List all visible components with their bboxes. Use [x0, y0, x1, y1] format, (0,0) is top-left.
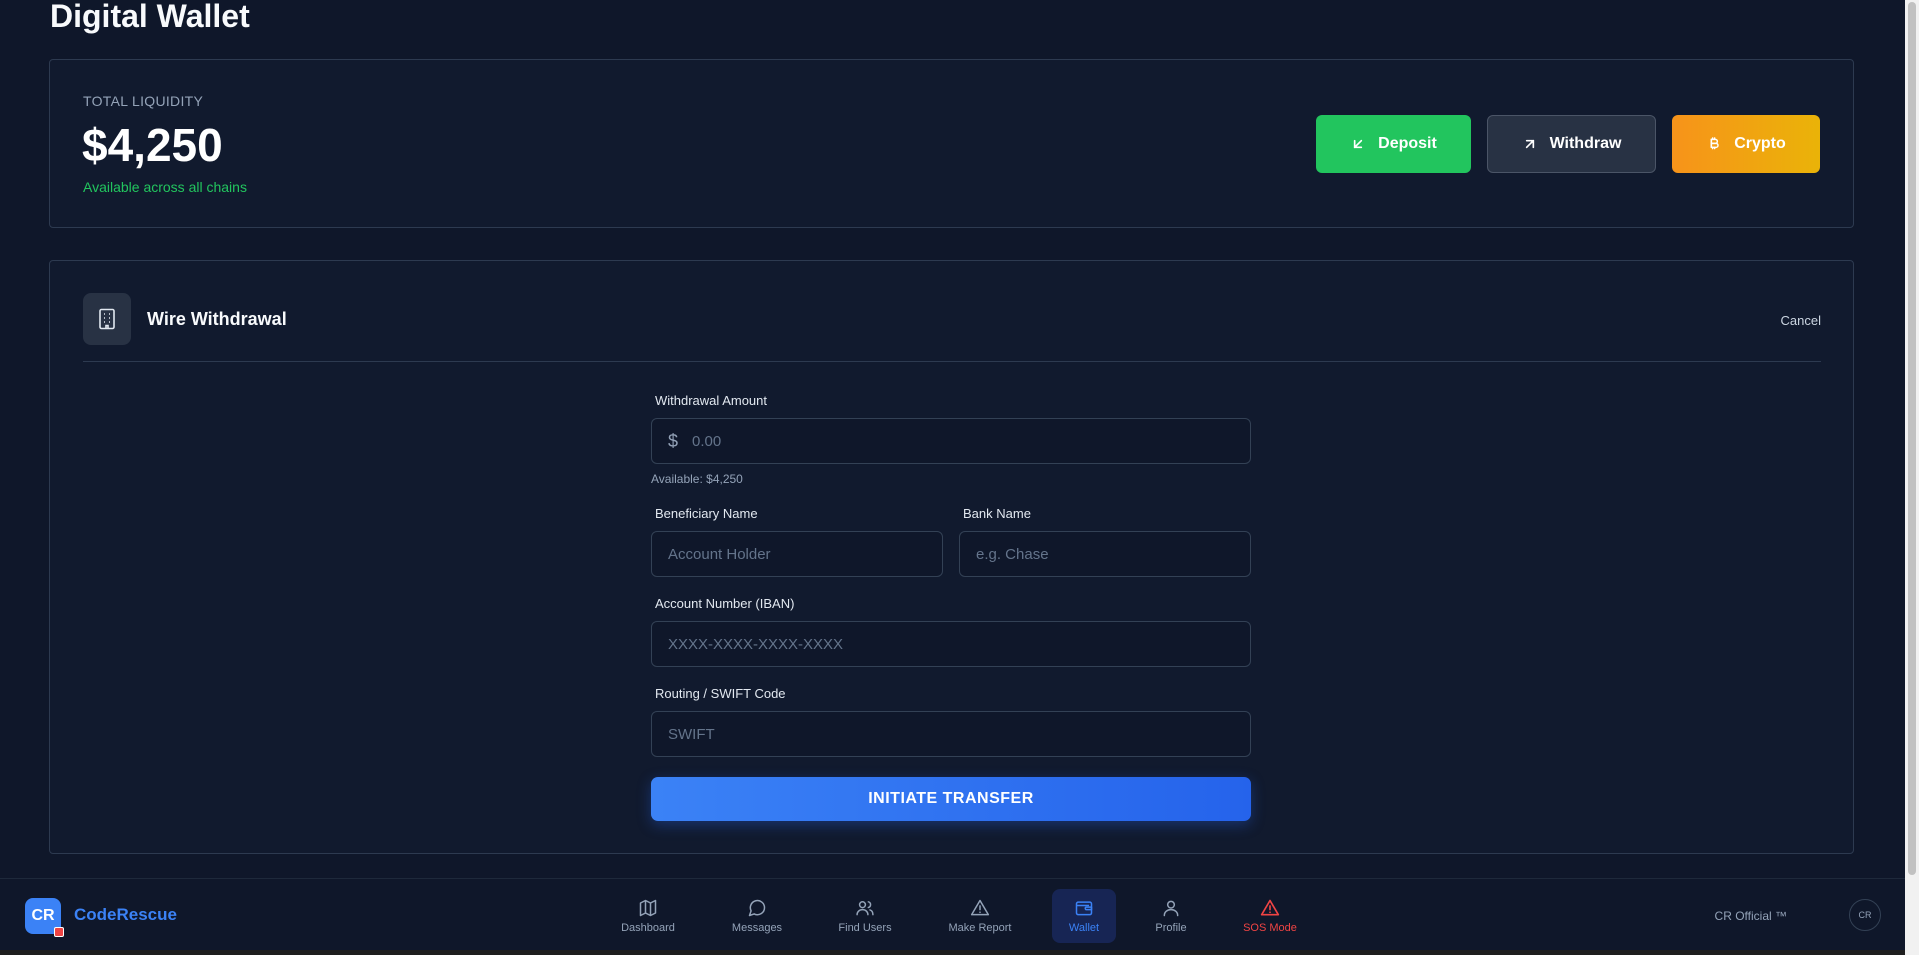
status-badge	[54, 927, 64, 937]
deposit-button[interactable]: Deposit	[1316, 115, 1471, 173]
liquidity-subtitle: Available across all chains	[83, 179, 247, 195]
wallet-page: Digital Wallet TOTAL LIQUIDITY $4,250 Av…	[0, 0, 1905, 955]
bottom-nav: CR CodeRescue Dashboard Messages Find Us…	[0, 878, 1905, 950]
iban-label: Account Number (IBAN)	[655, 596, 795, 611]
crypto-label: Crypto	[1734, 135, 1786, 152]
amount-input[interactable]	[692, 432, 1250, 450]
page-title: Digital Wallet	[50, 0, 250, 34]
arrow-up-right-icon	[1525, 139, 1534, 149]
user-icon	[1163, 900, 1179, 917]
divider	[83, 361, 1821, 362]
warning-icon	[970, 899, 990, 916]
bank-field[interactable]	[959, 531, 1251, 577]
deposit-label: Deposit	[1378, 135, 1437, 152]
scrollbar[interactable]	[1905, 0, 1919, 955]
nav-item-find-users[interactable]: Find Users	[832, 889, 898, 943]
wire-withdrawal-card: Wire Withdrawal Cancel Withdrawal Amount…	[49, 260, 1854, 854]
nav-label-profile: Profile	[1155, 922, 1187, 934]
beneficiary-label: Beneficiary Name	[655, 506, 758, 521]
nav-label-make-report: Make Report	[948, 922, 1012, 934]
nav-item-wallet[interactable]: Wallet	[1052, 889, 1116, 943]
bitcoin-icon	[1710, 137, 1719, 150]
nav-item-dashboard[interactable]: Dashboard	[616, 889, 680, 943]
swift-input[interactable]	[668, 725, 1250, 743]
map-icon	[639, 899, 657, 917]
avatar[interactable]: CR	[1849, 899, 1881, 931]
nav-label-wallet: Wallet	[1068, 922, 1100, 934]
message-icon	[748, 899, 766, 917]
initiate-transfer-button[interactable]: INITIATE TRANSFER	[651, 777, 1251, 821]
swift-label: Routing / SWIFT Code	[655, 686, 786, 701]
liquidity-card: TOTAL LIQUIDITY $4,250 Available across …	[49, 59, 1854, 228]
swift-field[interactable]	[651, 711, 1251, 757]
nav-label-find-users: Find Users	[838, 922, 892, 934]
alert-icon	[1260, 899, 1280, 916]
liquidity-value: $4,250	[82, 119, 223, 171]
taskbar-strip	[0, 950, 1905, 955]
wire-title: Wire Withdrawal	[147, 309, 287, 329]
nav-item-make-report[interactable]: Make Report	[944, 889, 1016, 943]
brand-initials: CR	[31, 907, 55, 924]
brand-name[interactable]: CodeRescue	[74, 905, 177, 925]
withdraw-button[interactable]: Withdraw	[1487, 115, 1656, 173]
arrow-down-left-icon	[1353, 139, 1363, 149]
building-icon	[83, 293, 131, 345]
nav-item-profile[interactable]: Profile	[1146, 889, 1196, 943]
available-hint: Available: $4,250	[651, 472, 743, 486]
cancel-link[interactable]: Cancel	[1781, 313, 1821, 328]
bank-input[interactable]	[976, 545, 1250, 563]
amount-label: Withdrawal Amount	[655, 393, 767, 408]
iban-input[interactable]	[668, 635, 1250, 653]
crypto-button[interactable]: Crypto	[1672, 115, 1820, 173]
scrollbar-thumb[interactable]	[1908, 2, 1916, 875]
liquidity-label: TOTAL LIQUIDITY	[83, 93, 204, 109]
official-label: CR Official ™	[1714, 909, 1787, 923]
dollar-icon: $	[668, 430, 679, 451]
nav-item-messages[interactable]: Messages	[726, 889, 788, 943]
amount-field[interactable]: $	[651, 418, 1251, 464]
brand-logo[interactable]: CR	[25, 898, 64, 937]
wallet-icon	[1075, 901, 1093, 916]
beneficiary-input[interactable]	[668, 545, 942, 563]
users-icon	[856, 901, 874, 916]
nav-item-sos-mode[interactable]: SOS Mode	[1236, 889, 1304, 943]
nav-label-dashboard: Dashboard	[621, 922, 675, 934]
beneficiary-field[interactable]	[651, 531, 943, 577]
bank-label: Bank Name	[963, 506, 1031, 521]
withdraw-label: Withdraw	[1549, 135, 1622, 152]
iban-field[interactable]	[651, 621, 1251, 667]
nav-label-sos-mode: SOS Mode	[1243, 922, 1297, 934]
nav-label-messages: Messages	[731, 922, 783, 934]
